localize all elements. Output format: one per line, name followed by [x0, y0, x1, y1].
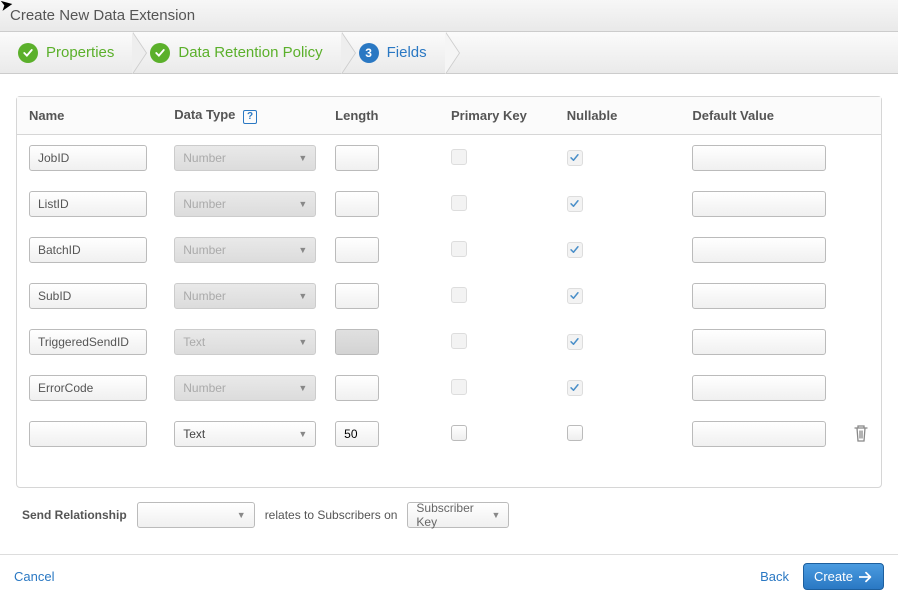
primary-key-checkbox [451, 149, 467, 165]
chevron-down-icon: ▼ [298, 291, 307, 301]
table-row: Text▼ [17, 411, 881, 457]
data-type-select: Number▼ [174, 145, 316, 171]
fields-grid: Name Data Type ? Length Primary Key Null… [16, 96, 882, 488]
field-name-input [29, 375, 147, 401]
length-input [335, 329, 379, 355]
col-header-pk: Primary Key [451, 108, 567, 123]
default-value-input [692, 191, 826, 217]
relates-to-text: relates to Subscribers on [265, 508, 398, 522]
table-row: Text▼ [17, 319, 881, 365]
grid-header-row: Name Data Type ? Length Primary Key Null… [17, 97, 881, 135]
nullable-checkbox [567, 334, 583, 350]
cancel-button[interactable]: Cancel [14, 569, 54, 584]
table-row: Number▼ [17, 365, 881, 411]
dialog-footer: Cancel Back Create [0, 554, 898, 598]
nullable-checkbox [567, 196, 583, 212]
trash-icon[interactable] [853, 430, 869, 445]
default-value-input[interactable] [692, 421, 826, 447]
chevron-down-icon: ▼ [298, 429, 307, 439]
length-input[interactable] [335, 421, 379, 447]
data-type-select: Text▼ [174, 329, 316, 355]
chevron-down-icon: ▼ [237, 510, 246, 520]
col-header-type: Data Type ? [174, 107, 335, 124]
back-button[interactable]: Back [760, 569, 789, 584]
nullable-checkbox [567, 288, 583, 304]
wizard-step-label: Properties [46, 44, 114, 61]
default-value-input [692, 145, 826, 171]
field-name-input [29, 329, 147, 355]
default-value-input [692, 237, 826, 263]
subscriber-key-select[interactable]: Subscriber Key▼ [407, 502, 509, 528]
wizard-step-label: Fields [387, 44, 427, 61]
checkmark-icon [18, 43, 38, 63]
length-input [335, 283, 379, 309]
field-name-input [29, 237, 147, 263]
primary-key-checkbox [451, 287, 467, 303]
col-header-nullable: Nullable [567, 108, 693, 123]
nullable-checkbox[interactable] [567, 425, 583, 441]
wizard-step-retention[interactable]: Data Retention Policy [132, 32, 340, 73]
table-row: Number▼ [17, 135, 881, 181]
primary-key-checkbox [451, 195, 467, 211]
col-header-length: Length [335, 108, 451, 123]
chevron-down-icon: ▼ [298, 199, 307, 209]
field-name-input[interactable] [29, 421, 147, 447]
cursor-icon: ➤ [0, 0, 14, 13]
primary-key-checkbox [451, 379, 467, 395]
chevron-down-icon: ▼ [492, 510, 501, 520]
default-value-input [692, 283, 826, 309]
chevron-down-icon: ▼ [298, 245, 307, 255]
help-icon[interactable]: ? [243, 110, 257, 124]
data-type-select: Number▼ [174, 375, 316, 401]
chevron-down-icon: ▼ [298, 337, 307, 347]
send-relationship-label: Send Relationship [22, 508, 127, 522]
checkmark-icon [150, 43, 170, 63]
content-area: Name Data Type ? Length Primary Key Null… [0, 74, 898, 544]
field-name-input [29, 191, 147, 217]
length-input [335, 145, 379, 171]
length-input [335, 375, 379, 401]
create-button[interactable]: Create [803, 563, 884, 590]
data-type-select: Number▼ [174, 191, 316, 217]
table-row: Number▼ [17, 181, 881, 227]
field-name-input [29, 145, 147, 171]
data-type-select: Number▼ [174, 237, 316, 263]
nullable-checkbox [567, 380, 583, 396]
length-input [335, 237, 379, 263]
primary-key-checkbox [451, 333, 467, 349]
data-type-select: Number▼ [174, 283, 316, 309]
nullable-checkbox [567, 150, 583, 166]
grid-footer-spacer [17, 457, 881, 487]
dialog-create-data-extension: ➤ Create New Data Extension Properties D… [0, 0, 898, 598]
default-value-input [692, 329, 826, 355]
chevron-down-icon: ▼ [298, 383, 307, 393]
wizard-step-label: Data Retention Policy [178, 44, 322, 61]
wizard-steps: Properties Data Retention Policy 3 Field… [0, 32, 898, 74]
table-row: Number▼ [17, 227, 881, 273]
primary-key-checkbox[interactable] [451, 425, 467, 441]
field-name-input [29, 283, 147, 309]
wizard-step-fields[interactable]: 3 Fields [341, 32, 445, 73]
length-input [335, 191, 379, 217]
dialog-title: Create New Data Extension [10, 7, 195, 24]
default-value-input [692, 375, 826, 401]
titlebar: Create New Data Extension [0, 0, 898, 32]
send-relationship-field-select[interactable]: ▼ [137, 502, 255, 528]
data-type-select[interactable]: Text▼ [174, 421, 316, 447]
wizard-step-properties[interactable]: Properties [0, 32, 132, 73]
nullable-checkbox [567, 242, 583, 258]
col-header-default: Default Value [692, 108, 839, 123]
col-header-name: Name [29, 108, 174, 123]
send-relationship-row: Send Relationship ▼ relates to Subscribe… [16, 488, 882, 534]
table-row: Number▼ [17, 273, 881, 319]
chevron-down-icon: ▼ [298, 153, 307, 163]
step-number-badge: 3 [359, 43, 379, 63]
arrow-right-icon [859, 571, 873, 583]
primary-key-checkbox [451, 241, 467, 257]
